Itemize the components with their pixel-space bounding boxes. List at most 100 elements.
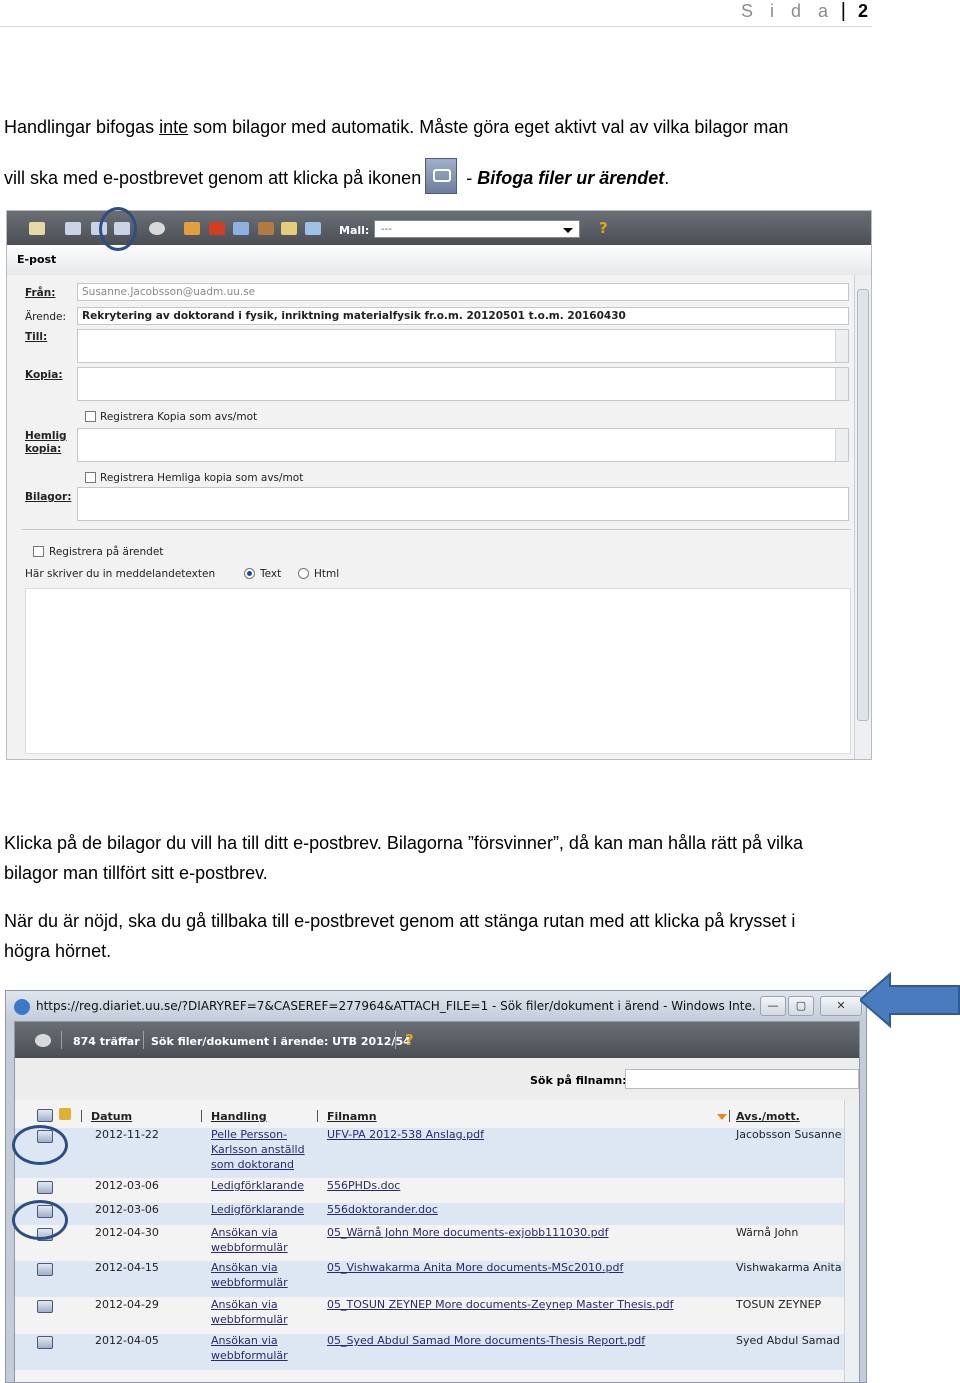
column-separator bbox=[201, 1110, 202, 1122]
row-filename[interactable]: UFV-PA 2012-538 Anslag.pdf bbox=[327, 1128, 484, 1141]
email-title-bar: E-post bbox=[7, 245, 871, 276]
paragraph-2-line-1: När du är nöjd, ska du gå tillbaka till … bbox=[4, 911, 796, 931]
search-icon[interactable] bbox=[149, 222, 165, 235]
page-separator: | bbox=[840, 0, 846, 22]
row-date: 2012-11-22 bbox=[95, 1128, 159, 1141]
window-scrollbar[interactable] bbox=[854, 275, 871, 759]
filename-search-label: Sök på filnamn: bbox=[530, 1074, 627, 1087]
table-row[interactable]: 2012-04-30 Ansökan via webbformulär 05_W… bbox=[15, 1226, 845, 1260]
format-html-label: Html bbox=[314, 568, 340, 580]
person-icon[interactable] bbox=[184, 222, 200, 235]
table-row[interactable]: 2012-03-06 Ledigförklarande 556doktorand… bbox=[15, 1203, 845, 1225]
row-handling[interactable]: webbformulär bbox=[211, 1276, 288, 1289]
table-row[interactable]: 2012-04-05 Ansökan via webbformulär 05_S… bbox=[15, 1334, 845, 1370]
cc-register-checkbox[interactable] bbox=[85, 411, 96, 422]
table-row[interactable]: 2012-04-29 Ansökan via webbformulär 05_T… bbox=[15, 1298, 845, 1334]
bcc-label-line1: Hemlig bbox=[25, 430, 67, 442]
row-sender: Syed Abdul Samad bbox=[736, 1334, 840, 1347]
row-filename[interactable]: 556doktorander.doc bbox=[327, 1203, 438, 1216]
column-filename[interactable]: Filnamn bbox=[327, 1110, 377, 1123]
message-body-textarea[interactable] bbox=[25, 588, 851, 754]
row-filename[interactable]: 05_Wärnå John More documents-exjobb11103… bbox=[327, 1226, 609, 1239]
close-button[interactable]: ✕ bbox=[820, 996, 862, 1016]
arrow-left-icon bbox=[860, 972, 960, 1028]
mall-label: Mall: bbox=[339, 224, 370, 237]
row-handling[interactable]: Ledigförklarande bbox=[211, 1203, 304, 1216]
row-filename[interactable]: 05_Syed Abdul Samad More documents-Thesi… bbox=[327, 1334, 645, 1347]
book-icon[interactable] bbox=[305, 222, 321, 235]
cc-label: Kopia: bbox=[25, 369, 63, 381]
column-date[interactable]: Datum bbox=[91, 1110, 132, 1123]
person-icon[interactable] bbox=[209, 222, 225, 235]
help-icon[interactable]: ? bbox=[599, 219, 608, 237]
maximize-button[interactable]: ▢ bbox=[788, 996, 814, 1016]
search-bar: Sök på filnamn: bbox=[15, 1058, 859, 1101]
row-sender: Vishwakarma Anita bbox=[736, 1261, 842, 1274]
row-handling[interactable]: Ansökan via bbox=[211, 1261, 278, 1274]
row-handling[interactable]: Ansökan via bbox=[211, 1226, 278, 1239]
column-handling[interactable]: Handling bbox=[211, 1110, 267, 1123]
scrollbar[interactable] bbox=[835, 368, 848, 400]
attach-icon[interactable] bbox=[37, 1263, 53, 1276]
cc-field[interactable] bbox=[77, 367, 849, 401]
from-field[interactable]: Susanne.Jacobsson@uadm.uu.se bbox=[77, 283, 849, 301]
row-handling[interactable]: Ansökan via bbox=[211, 1298, 278, 1311]
toolbar-separator bbox=[143, 1031, 144, 1049]
paragraph-1-line-2: bilagor man tillfört sitt e-postbrev. bbox=[4, 863, 268, 883]
row-date: 2012-03-06 bbox=[95, 1203, 159, 1216]
table-row[interactable]: 2012-04-15 Ansökan via webbformulär 05_V… bbox=[15, 1261, 845, 1297]
row-handling[interactable]: webbformulär bbox=[211, 1349, 288, 1362]
scrollbar[interactable] bbox=[835, 429, 848, 461]
row-filename[interactable]: 05_Vishwakarma Anita More documents-MSc2… bbox=[327, 1261, 623, 1274]
column-sender[interactable]: Avs./mott. bbox=[736, 1110, 800, 1123]
search-icon[interactable] bbox=[35, 1034, 51, 1047]
lock-icon bbox=[59, 1108, 71, 1120]
attachments-label: Bilagor: bbox=[25, 491, 72, 503]
help-icon[interactable]: ? bbox=[405, 1031, 414, 1049]
sort-desc-icon bbox=[717, 1114, 727, 1120]
filename-search-input[interactable] bbox=[625, 1069, 859, 1089]
person-icon[interactable] bbox=[258, 222, 274, 235]
register-case-label: Registrera på ärendet bbox=[49, 546, 164, 558]
bcc-register-checkbox[interactable] bbox=[85, 472, 96, 483]
divider bbox=[21, 529, 851, 530]
format-html-radio[interactable] bbox=[298, 568, 309, 579]
row-filename[interactable]: 556PHDs.doc bbox=[327, 1179, 400, 1192]
row-handling[interactable]: som doktorand bbox=[211, 1158, 294, 1171]
bcc-label-line2: kopia: bbox=[25, 443, 62, 455]
attach-icon[interactable] bbox=[37, 1181, 53, 1194]
paragraph-2-line-2: högra hörnet. bbox=[4, 941, 112, 961]
row-handling[interactable]: Karlsson anställd bbox=[211, 1143, 305, 1156]
row-filename[interactable]: 05_TOSUN ZEYNEP More documents-Zeynep Ma… bbox=[327, 1298, 674, 1311]
folder-icon[interactable] bbox=[281, 222, 297, 235]
attachments-field[interactable] bbox=[77, 487, 849, 521]
register-case-checkbox[interactable] bbox=[33, 546, 44, 557]
attach-icon[interactable] bbox=[37, 1300, 53, 1313]
attach-icon[interactable] bbox=[37, 1336, 53, 1349]
cc-register-label: Registrera Kopia som avs/mot bbox=[100, 411, 258, 423]
mall-select[interactable]: --- bbox=[374, 220, 580, 238]
from-label: Från: bbox=[25, 287, 56, 299]
browser-content: 874 träffar Sök filer/dokument i ärende:… bbox=[14, 1021, 860, 1382]
to-field[interactable] bbox=[77, 329, 849, 363]
attach-icon[interactable] bbox=[65, 222, 81, 235]
row-handling[interactable]: Ansökan via bbox=[211, 1334, 278, 1347]
minimize-button[interactable]: — bbox=[760, 996, 786, 1016]
envelope-icon[interactable] bbox=[29, 222, 45, 235]
scrollbar-thumb[interactable] bbox=[857, 289, 869, 721]
bcc-field[interactable] bbox=[77, 428, 849, 462]
row-sender: Wärnå John bbox=[736, 1226, 799, 1239]
row-handling[interactable]: webbformulär bbox=[211, 1313, 288, 1326]
scrollbar[interactable] bbox=[835, 330, 848, 362]
table-row[interactable]: 2012-11-22 Pelle Persson- Karlsson anstä… bbox=[15, 1128, 845, 1178]
toolbar-separator bbox=[395, 1031, 396, 1049]
row-handling[interactable]: Pelle Persson- bbox=[211, 1128, 287, 1141]
format-text-radio[interactable] bbox=[244, 568, 255, 579]
grid-scrollbar[interactable] bbox=[844, 1100, 859, 1382]
card-icon[interactable] bbox=[233, 222, 249, 235]
table-row[interactable]: 2012-03-06 Ledigförklarande 556PHDs.doc bbox=[15, 1179, 845, 1201]
row-handling[interactable]: webbformulär bbox=[211, 1241, 288, 1254]
row-handling[interactable]: Ledigförklarande bbox=[211, 1179, 304, 1192]
subject-label: Ärende: bbox=[25, 311, 67, 323]
subject-field[interactable]: Rekrytering av doktorand i fysik, inrikt… bbox=[77, 307, 849, 325]
